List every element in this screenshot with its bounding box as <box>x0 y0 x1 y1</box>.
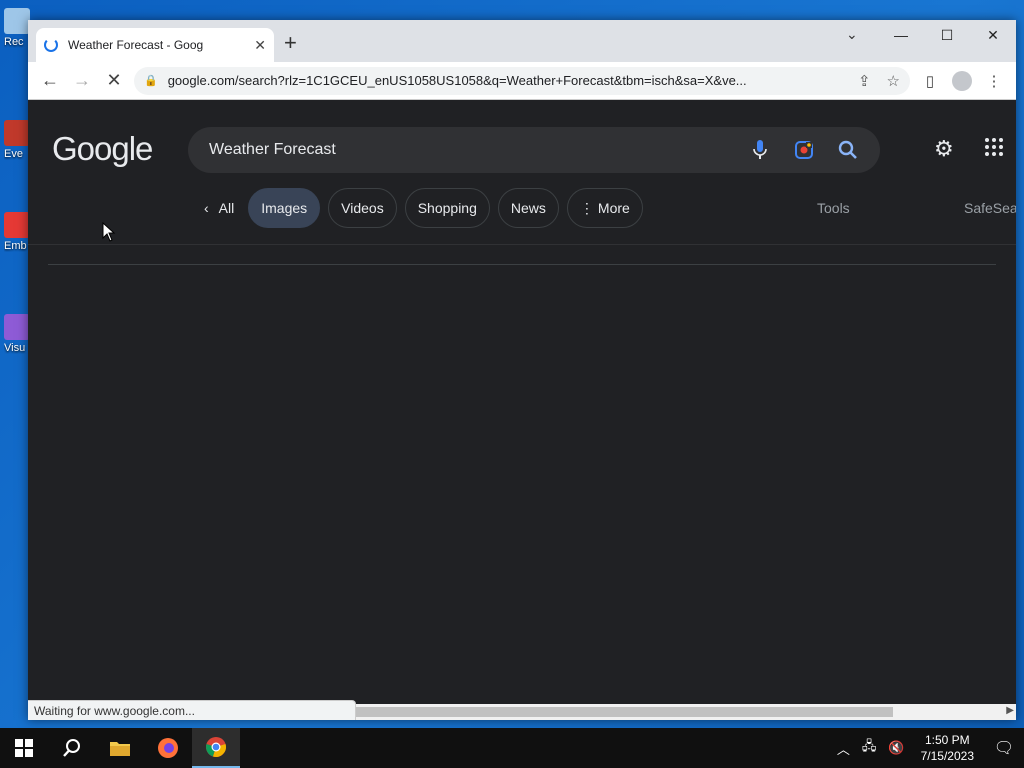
scrollbar-thumb[interactable] <box>356 707 893 717</box>
search-input[interactable]: Weather Forecast <box>209 141 734 159</box>
tab-title: Weather Forecast - Goog <box>68 38 204 52</box>
search-icon <box>63 739 80 757</box>
filter-news-label: News <box>510 200 546 216</box>
event-app-glyph <box>4 120 30 146</box>
share-icon[interactable]: ⇪ <box>858 72 871 90</box>
network-icon[interactable]: 🖧 <box>862 737 877 759</box>
google-apps-icon[interactable] <box>985 138 1003 156</box>
search-filters: ‹ All Images Videos Shopping News ⋮ More <box>198 188 643 228</box>
filter-images[interactable]: Images <box>248 188 321 228</box>
profile-avatar[interactable] <box>946 65 978 97</box>
search-icon[interactable] <box>830 132 866 168</box>
settings-gear-icon[interactable]: ⚙ <box>934 136 954 162</box>
browser-menu-icon[interactable]: ⋮ <box>978 65 1010 97</box>
status-bar: Waiting for www.google.com... <box>28 700 356 720</box>
microphone-icon[interactable] <box>742 132 778 168</box>
tools-button[interactable]: Tools <box>817 200 850 216</box>
embedded-dev-glyph <box>4 212 30 238</box>
filter-news[interactable]: News <box>497 188 559 228</box>
filter-shopping[interactable]: Shopping <box>404 188 490 228</box>
filter-videos[interactable]: Videos <box>328 188 397 228</box>
minimize-button[interactable]: — <box>878 20 924 50</box>
clock-date: 7/15/2023 <box>920 749 974 763</box>
file-explorer-button[interactable] <box>96 728 144 768</box>
filter-all-label: All <box>218 200 235 216</box>
window-controls: — ☐ ✕ <box>878 20 1016 50</box>
scroll-right-arrow-icon[interactable]: ▶ <box>1006 705 1014 716</box>
tab-search-chevron-icon[interactable]: ⌄ <box>846 26 858 43</box>
results-divider <box>48 264 996 265</box>
clock[interactable]: 1:50 PM 7/15/2023 <box>921 732 974 764</box>
browser-window: Weather Forecast - Goog ✕ + ⌄ — ☐ ✕ ← → … <box>28 20 1016 720</box>
close-tab-icon[interactable]: ✕ <box>254 37 266 54</box>
volume-muted-icon[interactable]: 🔇 <box>888 740 904 756</box>
google-logo[interactable]: Google <box>52 130 153 168</box>
browser-toolbar: ← → ✕ 🔒 google.com/search?rlz=1C1GCEU_en… <box>28 62 1016 100</box>
close-window-button[interactable]: ✕ <box>970 20 1016 50</box>
google-page: Google Weather Forecast ⚙ ‹ All Images V… <box>28 100 1016 720</box>
tab-strip: Weather Forecast - Goog ✕ + ⌄ — ☐ ✕ <box>28 20 1016 62</box>
visual-studio-glyph <box>4 314 30 340</box>
loading-spinner-icon <box>44 38 58 52</box>
header-divider <box>28 244 1016 245</box>
bookmark-star-icon[interactable]: ☆ <box>887 72 900 90</box>
side-panel-icon[interactable]: ▯ <box>914 65 946 97</box>
filter-all[interactable]: ‹ All <box>198 188 240 228</box>
url-text[interactable]: google.com/search?rlz=1C1GCEU_enUS1058US… <box>168 73 842 88</box>
windows-logo-icon <box>15 739 33 757</box>
filter-images-label: Images <box>261 200 308 216</box>
back-button[interactable]: ← <box>34 65 66 97</box>
notifications-icon[interactable]: 🗨 <box>984 738 1024 758</box>
start-button[interactable] <box>0 728 48 768</box>
chrome-button[interactable] <box>192 728 240 768</box>
taskbar: ︿ 🖧 🔇 1:50 PM 7/15/2023 🗨 <box>0 728 1024 768</box>
lock-icon[interactable]: 🔒 <box>144 74 158 87</box>
safesearch-button[interactable]: SafeSea <box>964 200 1016 216</box>
new-tab-button[interactable]: + <box>284 32 297 54</box>
filter-videos-label: Videos <box>341 200 384 216</box>
lens-camera-icon[interactable] <box>786 132 822 168</box>
more-vertical-dots-icon: ⋮ <box>579 199 594 216</box>
firefox-icon <box>158 738 178 758</box>
system-tray: ︿ 🖧 🔇 1:50 PM 7/15/2023 🗨 <box>831 728 1024 768</box>
forward-button[interactable]: → <box>66 65 98 97</box>
folder-icon <box>110 742 130 756</box>
taskbar-search-button[interactable] <box>48 728 96 768</box>
browser-tab[interactable]: Weather Forecast - Goog ✕ <box>36 28 274 62</box>
firefox-button[interactable] <box>144 728 192 768</box>
chevron-left-icon: ‹ <box>204 200 209 216</box>
show-hidden-icons-chevron-icon[interactable]: ︿ <box>837 739 850 758</box>
filter-more[interactable]: ⋮ More <box>566 188 643 228</box>
avatar-icon <box>952 70 972 91</box>
filter-shopping-label: Shopping <box>417 200 477 216</box>
clock-time: 1:50 PM <box>924 733 970 747</box>
address-bar[interactable]: 🔒 google.com/search?rlz=1C1GCEU_enUS1058… <box>134 66 910 95</box>
horizontal-scrollbar[interactable]: ▶ <box>356 704 1016 720</box>
search-box[interactable]: Weather Forecast <box>188 127 880 173</box>
maximize-button[interactable]: ☐ <box>924 20 970 50</box>
recycle-bin-glyph <box>4 8 30 34</box>
mouse-cursor-icon <box>102 222 116 242</box>
filter-more-label: More <box>597 200 630 216</box>
stop-loading-button[interactable]: ✕ <box>98 65 130 97</box>
chrome-icon <box>206 737 226 757</box>
